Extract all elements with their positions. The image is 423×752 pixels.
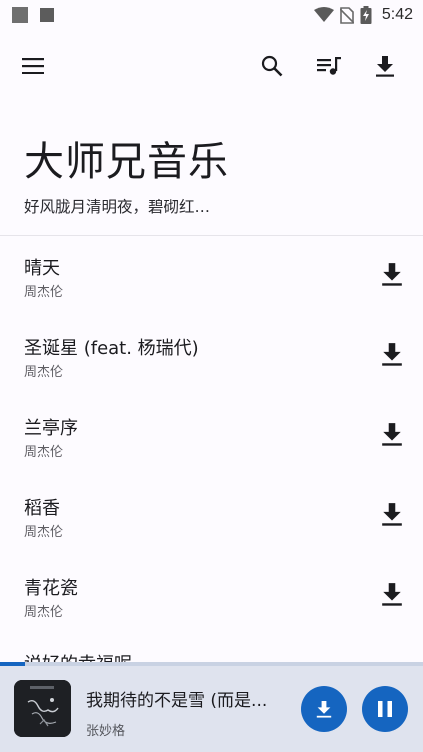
song-artist: 周杰伦 — [24, 445, 64, 460]
progress-bar[interactable] — [0, 662, 423, 666]
queue-button[interactable] — [313, 50, 345, 82]
song-title: 圣诞星 (feat. 杨瑞代) — [24, 338, 199, 359]
page-subtitle: 好风胧月清明夜，碧砌红… — [24, 198, 211, 216]
song-row[interactable]: 兰亭序 周杰伦 — [0, 396, 423, 476]
download-icon[interactable] — [380, 342, 404, 366]
battery-charging-icon — [360, 6, 372, 24]
song-artist: 周杰伦 — [24, 285, 64, 300]
notification-icon — [40, 8, 54, 22]
song-title: 晴天 — [24, 258, 60, 279]
song-artist: 周杰伦 — [24, 365, 64, 380]
download-icon — [376, 56, 394, 77]
song-list: 晴天 周杰伦 圣诞星 (feat. 杨瑞代) 周杰伦 兰亭序 周杰伦 稻香 周杰… — [0, 236, 423, 636]
page-title: 大师兄音乐 — [24, 139, 229, 185]
song-row[interactable]: 青花瓷 周杰伦 — [0, 556, 423, 636]
song-artist: 周杰伦 — [24, 525, 64, 540]
playlist-header: 大师兄音乐 好风胧月清明夜，碧砌红… — [24, 138, 229, 217]
download-icon[interactable] — [380, 502, 404, 526]
menu-button[interactable] — [17, 50, 49, 82]
download-icon[interactable] — [380, 422, 404, 446]
now-playing-title: 我期待的不是雪 (而是... — [86, 691, 268, 711]
wifi-icon — [313, 7, 334, 22]
download-all-button[interactable] — [369, 50, 401, 82]
song-title: 兰亭序 — [24, 418, 78, 439]
album-art-image — [14, 680, 71, 737]
song-row[interactable]: 圣诞星 (feat. 杨瑞代) 周杰伦 — [0, 316, 423, 396]
album-cover[interactable] — [14, 680, 71, 737]
search-icon — [261, 55, 283, 77]
download-icon[interactable] — [380, 262, 404, 286]
pause-icon — [378, 701, 392, 717]
status-bar: 5:42 — [0, 0, 423, 30]
menu-icon — [22, 58, 44, 74]
song-row[interactable]: 晴天 周杰伦 — [0, 236, 423, 316]
song-row[interactable]: 稻香 周杰伦 — [0, 476, 423, 556]
song-title: 青花瓷 — [24, 578, 78, 599]
notification-icon — [12, 7, 28, 23]
song-title: 稻香 — [24, 498, 60, 519]
download-icon — [316, 701, 332, 718]
mini-player[interactable]: 我期待的不是雪 (而是... 张妙格 — [0, 662, 423, 752]
clock: 5:42 — [381, 6, 413, 23]
song-artist: 周杰伦 — [24, 605, 64, 620]
queue-music-icon — [317, 57, 341, 75]
download-icon[interactable] — [380, 582, 404, 606]
download-button[interactable] — [301, 686, 347, 732]
now-playing-artist: 张妙格 — [86, 724, 126, 739]
pause-button[interactable] — [362, 686, 408, 732]
progress-fill — [0, 662, 26, 666]
search-button[interactable] — [256, 50, 288, 82]
top-app-bar — [0, 42, 423, 90]
no-sim-icon — [339, 6, 354, 24]
